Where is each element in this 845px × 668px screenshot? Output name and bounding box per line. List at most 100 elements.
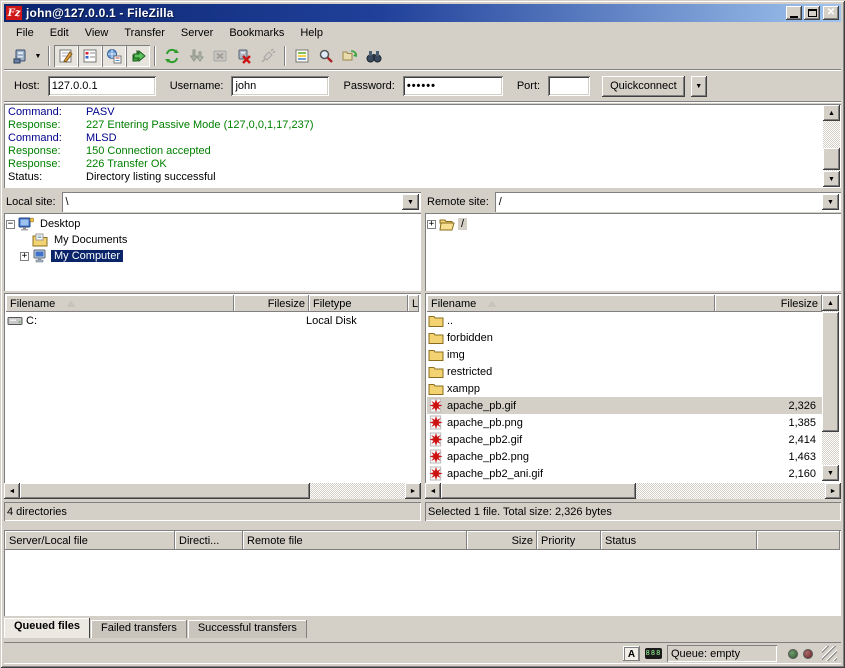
file-size: 1,463 xyxy=(726,451,822,463)
port-input[interactable] xyxy=(548,76,590,96)
menu-edit[interactable]: Edit xyxy=(42,25,77,41)
file-row[interactable]: apache_pb2.gif 2,414 xyxy=(427,431,822,448)
local-tree-panel: − Desktop My Documents + xyxy=(4,213,421,291)
file-row[interactable]: apache_pb2.png 1,463 xyxy=(427,448,822,465)
remote-list-scrollbar[interactable]: ▲ ▼ xyxy=(822,295,839,481)
site-manager-icon xyxy=(12,48,28,64)
remote-site-combo[interactable]: / ▼ xyxy=(495,192,841,212)
tree-item-my-computer[interactable]: + My Computer xyxy=(20,248,419,264)
scroll-up-button[interactable]: ▲ xyxy=(822,295,839,311)
scroll-thumb[interactable] xyxy=(20,483,310,499)
minimize-button[interactable] xyxy=(786,6,802,20)
scroll-down-button[interactable]: ▼ xyxy=(823,171,840,187)
log-text: PASV xyxy=(86,106,115,119)
username-input[interactable] xyxy=(231,76,329,96)
scroll-down-button[interactable]: ▼ xyxy=(822,465,839,481)
menu-file[interactable]: File xyxy=(8,25,42,41)
column-header-size[interactable]: Size xyxy=(467,531,537,550)
column-header-filename[interactable]: Filename xyxy=(6,295,234,312)
pane-splitter[interactable] xyxy=(421,191,425,521)
expand-icon[interactable]: + xyxy=(427,220,436,229)
close-button[interactable]: ✕ xyxy=(823,6,839,20)
window-title: john@127.0.0.1 - FileZilla xyxy=(26,6,784,20)
file-name: restricted xyxy=(447,366,726,378)
local-site-combo[interactable]: \ ▼ xyxy=(62,192,421,212)
log-text: 226 Transfer OK xyxy=(86,158,167,171)
file-name: apache_pb2.png xyxy=(447,451,726,463)
file-size: 2,414 xyxy=(726,434,822,446)
scroll-right-button[interactable]: ► xyxy=(825,483,841,499)
quickconnect-dropdown[interactable]: ▼ xyxy=(691,76,707,97)
scroll-up-button[interactable]: ▲ xyxy=(823,105,840,121)
file-row[interactable]: restricted xyxy=(427,363,822,380)
tab-successful-transfers[interactable]: Successful transfers xyxy=(188,620,307,638)
menu-transfer[interactable]: Transfer xyxy=(116,25,173,41)
resize-grip[interactable] xyxy=(822,646,837,661)
site-manager-dropdown[interactable]: ▼ xyxy=(32,45,44,67)
file-row[interactable]: forbidden xyxy=(427,329,822,346)
collapse-icon[interactable]: − xyxy=(6,220,15,229)
menu-help[interactable]: Help xyxy=(292,25,331,41)
file-search-button[interactable] xyxy=(314,45,338,67)
toggle-remote-tree-button[interactable] xyxy=(102,45,126,67)
menu-view[interactable]: View xyxy=(77,25,117,41)
tab-queued-files[interactable]: Queued files xyxy=(4,618,90,638)
file-row[interactable]: apache_pb2_ani.gif 2,160 xyxy=(427,465,822,481)
column-header-status[interactable]: Status xyxy=(601,531,757,550)
directory-comparison-button[interactable] xyxy=(362,45,386,67)
menu-bookmarks[interactable]: Bookmarks xyxy=(221,25,292,41)
file-name: apache_pb.gif xyxy=(447,400,726,412)
column-header-direction[interactable]: Directi... xyxy=(175,531,243,550)
local-site-combo-dropdown[interactable]: ▼ xyxy=(402,194,419,210)
column-header-remote-file[interactable]: Remote file xyxy=(243,531,467,550)
file-row[interactable]: apache_pb.png 1,385 xyxy=(427,414,822,431)
column-header-filetype[interactable]: Filetype xyxy=(309,295,408,312)
maximize-button[interactable] xyxy=(804,6,820,20)
remote-hscrollbar[interactable]: ◄ ► xyxy=(425,483,841,499)
local-hscrollbar[interactable]: ◄ ► xyxy=(4,483,421,499)
site-manager-button[interactable] xyxy=(8,45,32,67)
disconnect-button[interactable] xyxy=(232,45,256,67)
remote-list-header: Filename Filesize xyxy=(427,295,822,312)
process-queue-button[interactable] xyxy=(184,45,208,67)
file-row[interactable]: .. xyxy=(427,312,822,329)
file-row[interactable]: xampp xyxy=(427,380,822,397)
quickconnect-button[interactable]: Quickconnect xyxy=(602,76,685,97)
tab-failed-transfers[interactable]: Failed transfers xyxy=(91,620,187,638)
column-header-server-local-file[interactable]: Server/Local file xyxy=(5,531,175,550)
column-header-filesize[interactable]: Filesize xyxy=(715,295,822,312)
toggle-transfer-queue-button[interactable] xyxy=(126,45,150,67)
transfer-queue-icon xyxy=(130,48,146,64)
expand-icon[interactable]: + xyxy=(20,252,29,261)
cancel-operation-button[interactable] xyxy=(208,45,232,67)
scroll-thumb[interactable] xyxy=(823,148,840,170)
file-row-selected[interactable]: apache_pb.gif 2,326 xyxy=(427,397,822,414)
tree-item-root[interactable]: + / xyxy=(427,216,839,232)
column-header-filesize[interactable]: Filesize xyxy=(234,295,309,312)
tree-item-desktop[interactable]: − Desktop xyxy=(6,216,419,232)
file-row-c-drive[interactable]: C: Local Disk xyxy=(6,312,419,329)
tree-item-my-documents[interactable]: My Documents xyxy=(20,232,419,248)
file-row[interactable]: img xyxy=(427,346,822,363)
password-input[interactable] xyxy=(403,76,503,96)
synchronized-browsing-button[interactable] xyxy=(338,45,362,67)
reconnect-button[interactable] xyxy=(256,45,280,67)
directory-filters-button[interactable] xyxy=(290,45,314,67)
toggle-message-log-button[interactable] xyxy=(54,45,78,67)
scroll-left-button[interactable]: ◄ xyxy=(425,483,441,499)
column-header-last-modified[interactable]: L xyxy=(408,295,419,312)
scroll-thumb[interactable] xyxy=(822,312,839,432)
log-scrollbar[interactable]: ▲ ▼ xyxy=(823,105,840,187)
column-header-filename[interactable]: Filename xyxy=(427,295,715,312)
remote-site-combo-dropdown[interactable]: ▼ xyxy=(822,194,839,210)
scroll-right-button[interactable]: ► xyxy=(405,483,421,499)
host-input[interactable] xyxy=(48,76,156,96)
title-bar: Fz john@127.0.0.1 - FileZilla ✕ xyxy=(4,4,841,22)
refresh-button[interactable] xyxy=(160,45,184,67)
toggle-local-tree-button[interactable] xyxy=(78,45,102,67)
sort-ascending-icon xyxy=(67,301,75,307)
menu-server[interactable]: Server xyxy=(173,25,221,41)
scroll-left-button[interactable]: ◄ xyxy=(4,483,20,499)
scroll-thumb[interactable] xyxy=(441,483,636,499)
column-header-priority[interactable]: Priority xyxy=(537,531,601,550)
